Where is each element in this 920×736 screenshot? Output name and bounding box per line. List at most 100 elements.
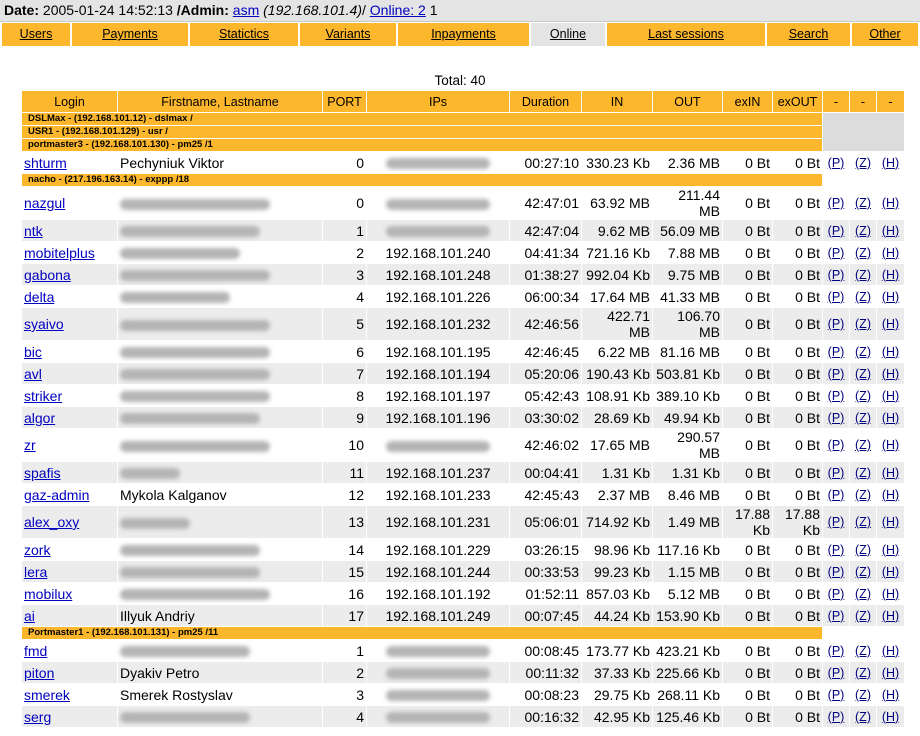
action-link-z[interactable]: (Z) [855, 290, 871, 304]
user-login-link[interactable]: fmd [24, 643, 47, 659]
online-link[interactable]: Online: 2 [370, 2, 426, 18]
action-link-p[interactable]: (P) [828, 290, 845, 304]
action-link-h[interactable]: (H) [882, 710, 899, 724]
action-link-h[interactable]: (H) [882, 466, 899, 480]
action-link-p[interactable]: (P) [828, 466, 845, 480]
action-link-z[interactable]: (Z) [855, 466, 871, 480]
action-link-h[interactable]: (H) [882, 317, 899, 331]
action-link-z[interactable]: (Z) [855, 367, 871, 381]
nav-item-inpayments[interactable]: Inpayments [398, 23, 529, 46]
action-link-h[interactable]: (H) [882, 196, 899, 210]
action-link-h[interactable]: (H) [882, 246, 899, 260]
nav-link-users[interactable]: Users [20, 27, 53, 41]
action-link-z[interactable]: (Z) [855, 345, 871, 359]
action-link-h[interactable]: (H) [882, 290, 899, 304]
action-link-h[interactable]: (H) [882, 488, 899, 502]
action-link-z[interactable]: (Z) [855, 710, 871, 724]
user-login-link[interactable]: zr [24, 437, 36, 453]
nav-item-other[interactable]: Other [852, 23, 918, 46]
action-link-z[interactable]: (Z) [855, 515, 871, 529]
action-link-z[interactable]: (Z) [855, 587, 871, 601]
action-link-h[interactable]: (H) [882, 268, 899, 282]
action-link-p[interactable]: (P) [828, 438, 845, 452]
action-link-p[interactable]: (P) [828, 224, 845, 238]
user-login-link[interactable]: nazgul [24, 195, 65, 211]
action-link-z[interactable]: (Z) [855, 488, 871, 502]
user-login-link[interactable]: gaz-admin [24, 487, 89, 503]
action-link-h[interactable]: (H) [882, 224, 899, 238]
nav-item-variants[interactable]: Variants [300, 23, 396, 46]
action-link-z[interactable]: (Z) [855, 565, 871, 579]
user-login-link[interactable]: striker [24, 388, 62, 404]
action-link-z[interactable]: (Z) [855, 609, 871, 623]
nav-link-last-sessions[interactable]: Last sessions [648, 27, 724, 41]
user-login-link[interactable]: zork [24, 542, 50, 558]
action-link-h[interactable]: (H) [882, 345, 899, 359]
action-link-p[interactable]: (P) [828, 644, 845, 658]
action-link-h[interactable]: (H) [882, 666, 899, 680]
action-link-p[interactable]: (P) [828, 543, 845, 557]
action-link-z[interactable]: (Z) [855, 688, 871, 702]
action-link-z[interactable]: (Z) [855, 224, 871, 238]
user-login-link[interactable]: ntk [24, 223, 43, 239]
nav-item-payments[interactable]: Payments [72, 23, 188, 46]
nav-link-online[interactable]: Online [550, 27, 586, 41]
nav-item-search[interactable]: Search [767, 23, 850, 46]
action-link-h[interactable]: (H) [882, 609, 899, 623]
action-link-z[interactable]: (Z) [855, 246, 871, 260]
nav-link-search[interactable]: Search [789, 27, 829, 41]
action-link-p[interactable]: (P) [828, 156, 845, 170]
action-link-p[interactable]: (P) [828, 565, 845, 579]
admin-user-link[interactable]: asm [233, 2, 259, 18]
action-link-z[interactable]: (Z) [855, 317, 871, 331]
action-link-h[interactable]: (H) [882, 587, 899, 601]
action-link-h[interactable]: (H) [882, 389, 899, 403]
user-login-link[interactable]: syaivo [24, 316, 64, 332]
nav-link-statictics[interactable]: Statictics [219, 27, 269, 41]
action-link-z[interactable]: (Z) [855, 196, 871, 210]
user-login-link[interactable]: alex_oxy [24, 514, 79, 530]
action-link-p[interactable]: (P) [828, 317, 845, 331]
action-link-h[interactable]: (H) [882, 565, 899, 579]
user-login-link[interactable]: smerek [24, 687, 70, 703]
action-link-z[interactable]: (Z) [855, 389, 871, 403]
nav-item-statictics[interactable]: Statictics [190, 23, 298, 46]
action-link-h[interactable]: (H) [882, 438, 899, 452]
nav-link-variants[interactable]: Variants [326, 27, 371, 41]
user-login-link[interactable]: mobilux [24, 586, 72, 602]
action-link-z[interactable]: (Z) [855, 438, 871, 452]
user-login-link[interactable]: shturm [24, 155, 67, 171]
action-link-p[interactable]: (P) [828, 345, 845, 359]
nav-item-online[interactable]: Online [531, 23, 605, 46]
action-link-h[interactable]: (H) [882, 367, 899, 381]
user-login-link[interactable]: spafis [24, 465, 61, 481]
action-link-h[interactable]: (H) [882, 644, 899, 658]
action-link-z[interactable]: (Z) [855, 644, 871, 658]
action-link-h[interactable]: (H) [882, 411, 899, 425]
action-link-z[interactable]: (Z) [855, 543, 871, 557]
nav-link-other[interactable]: Other [869, 27, 900, 41]
user-login-link[interactable]: bic [24, 344, 42, 360]
action-link-p[interactable]: (P) [828, 515, 845, 529]
action-link-p[interactable]: (P) [828, 246, 845, 260]
action-link-z[interactable]: (Z) [855, 411, 871, 425]
action-link-p[interactable]: (P) [828, 268, 845, 282]
nav-link-payments[interactable]: Payments [102, 27, 158, 41]
nav-item-users[interactable]: Users [2, 23, 70, 46]
action-link-p[interactable]: (P) [828, 688, 845, 702]
user-login-link[interactable]: serg [24, 709, 51, 725]
action-link-p[interactable]: (P) [828, 710, 845, 724]
action-link-h[interactable]: (H) [882, 515, 899, 529]
action-link-h[interactable]: (H) [882, 156, 899, 170]
user-login-link[interactable]: delta [24, 289, 54, 305]
nav-item-last-sessions[interactable]: Last sessions [607, 23, 765, 46]
user-login-link[interactable]: ai [24, 608, 35, 624]
action-link-p[interactable]: (P) [828, 367, 845, 381]
action-link-z[interactable]: (Z) [855, 268, 871, 282]
action-link-p[interactable]: (P) [828, 389, 845, 403]
action-link-z[interactable]: (Z) [855, 156, 871, 170]
action-link-h[interactable]: (H) [882, 688, 899, 702]
user-login-link[interactable]: algor [24, 410, 55, 426]
action-link-p[interactable]: (P) [828, 196, 845, 210]
action-link-p[interactable]: (P) [828, 488, 845, 502]
